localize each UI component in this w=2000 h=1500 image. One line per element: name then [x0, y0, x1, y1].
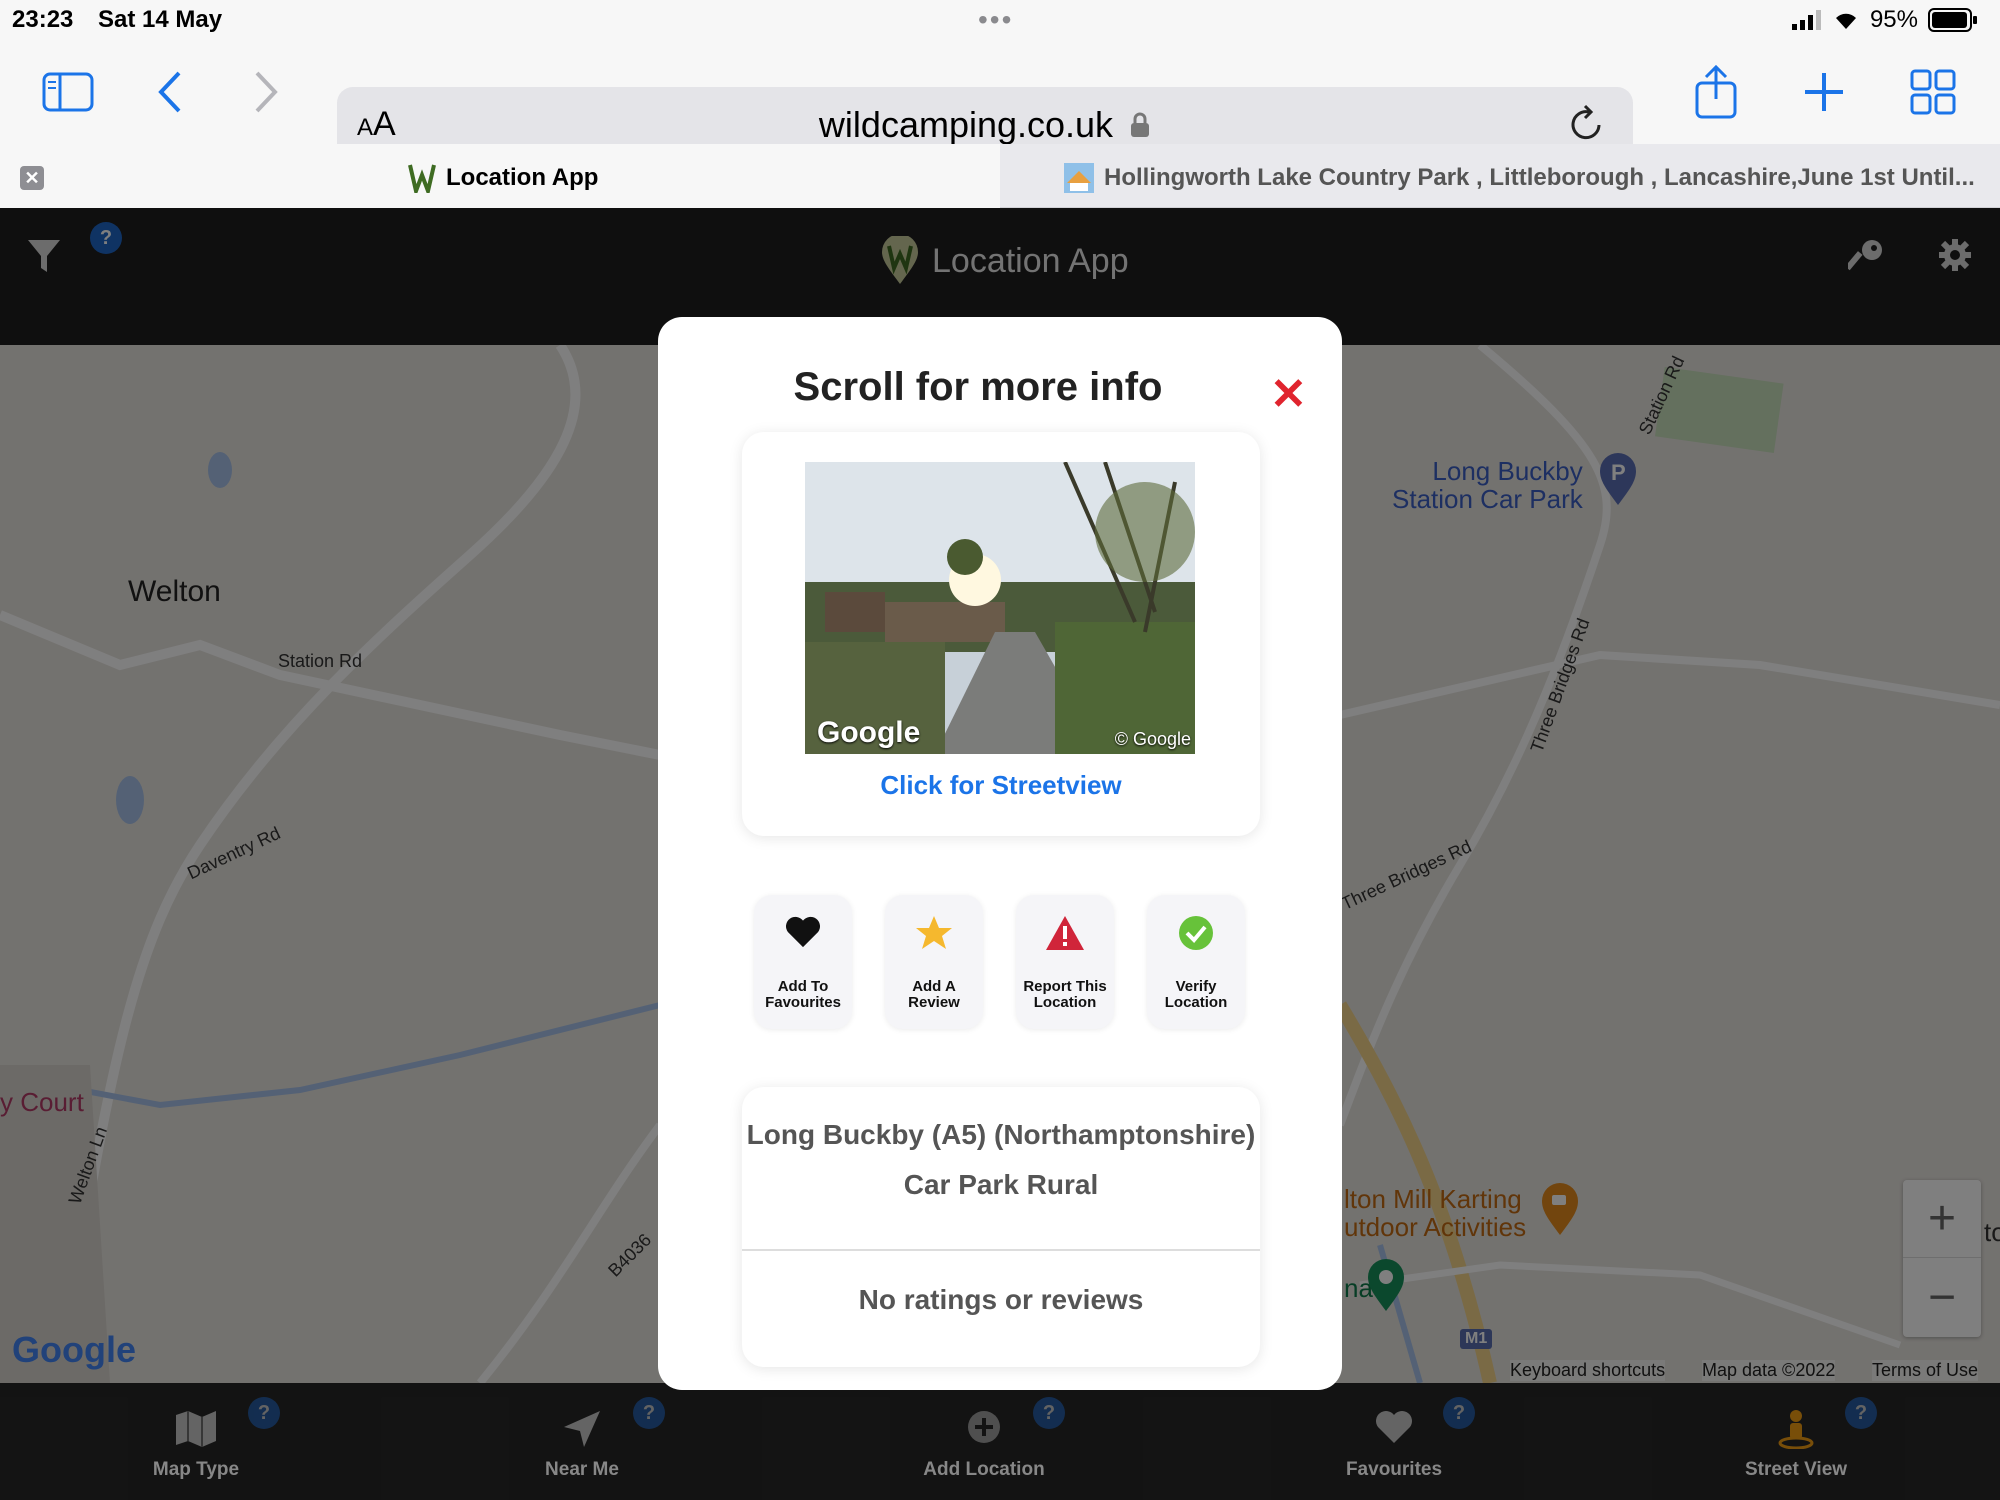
- streetview-card: Google © Google Click for Streetview: [742, 432, 1260, 836]
- plus-circle-icon: [968, 1411, 1000, 1443]
- status-time: 23:23: [12, 6, 74, 33]
- map-icon: [176, 1411, 216, 1447]
- back-icon[interactable]: [140, 62, 200, 122]
- reviews-status: No ratings or reviews: [858, 1284, 1144, 1315]
- tab-label: Location App: [446, 164, 599, 191]
- report-location-button[interactable]: Report This Location: [1016, 895, 1114, 1029]
- battery-icon: [1928, 8, 1977, 32]
- heart-icon: [1376, 1411, 1412, 1443]
- help-badge[interactable]: ?: [248, 1397, 280, 1429]
- close-tab-icon[interactable]: ✕: [20, 166, 44, 190]
- bottom-nav: Map Type ? Near Me ? Add Location ? Favo…: [0, 1383, 2000, 1500]
- location-arrow-icon: [564, 1411, 600, 1447]
- forward-icon[interactable]: [236, 62, 296, 122]
- site-favicon-icon: [1064, 163, 1094, 193]
- browser-toolbar: AA wildcamping.co.uk: [0, 40, 2000, 163]
- share-icon[interactable]: [1686, 62, 1746, 122]
- tab-label: Hollingworth Lake Country Park , Littleb…: [1104, 164, 1975, 191]
- help-badge[interactable]: ?: [633, 1397, 665, 1429]
- google-watermark: Google: [817, 716, 921, 749]
- new-tab-icon[interactable]: [1794, 62, 1854, 122]
- divider: [742, 1249, 1260, 1251]
- modal-title: Scroll for more info: [793, 365, 1163, 409]
- help-badge[interactable]: ?: [1845, 1397, 1877, 1429]
- pegman-icon: [1778, 1410, 1814, 1449]
- star-icon: [916, 916, 952, 949]
- status-bar: 23:23 Sat 14 May ••• 95%: [0, 0, 2000, 40]
- tab-overview-icon[interactable]: [1903, 62, 1963, 122]
- multitasking-dots[interactable]: •••: [978, 4, 1013, 36]
- heart-icon: [786, 916, 820, 948]
- help-badge[interactable]: ?: [1033, 1397, 1065, 1429]
- streetview-photo[interactable]: Google © Google: [805, 462, 1195, 754]
- close-icon[interactable]: ✕: [1270, 369, 1307, 420]
- add-review-button[interactable]: Add A Review: [885, 895, 983, 1029]
- tab-strip: ✕ Location App Hollingworth Lake Country…: [0, 144, 2000, 208]
- sidebar-toggle-icon[interactable]: [38, 62, 98, 122]
- tab-hollingworth[interactable]: Hollingworth Lake Country Park , Littleb…: [1000, 144, 2000, 208]
- google-copyright: © Google: [1114, 729, 1191, 749]
- warning-icon: [1046, 916, 1084, 950]
- battery-percent: 95%: [1869, 6, 1918, 33]
- status-date: Sat 14 May: [98, 6, 223, 33]
- location-name: Long Buckby (A5) (Northamptonshire): [746, 1119, 1256, 1150]
- wifi-icon: [1835, 13, 1856, 29]
- location-type: Car Park Rural: [903, 1169, 1099, 1200]
- signal-icon: [1791, 10, 1821, 30]
- check-circle-icon: [1179, 916, 1213, 950]
- tab-location-app[interactable]: ✕ Location App: [0, 144, 1000, 208]
- w-logo-icon: [408, 164, 436, 193]
- url-host: wildcamping.co.uk: [818, 104, 1114, 145]
- reload-icon[interactable]: [1567, 103, 1607, 147]
- streetview-link[interactable]: Click for Streetview: [742, 770, 1260, 801]
- add-to-favourites-button[interactable]: Add To Favourites: [754, 895, 852, 1029]
- help-badge[interactable]: ?: [1443, 1397, 1475, 1429]
- lock-icon: [1131, 112, 1150, 137]
- location-details-card: Long Buckby (A5) (Northamptonshire) Car …: [742, 1087, 1260, 1367]
- verify-location-button[interactable]: Verify Location: [1147, 895, 1245, 1029]
- location-info-modal: Scroll for more info ✕ Google © Google C…: [658, 317, 1342, 1390]
